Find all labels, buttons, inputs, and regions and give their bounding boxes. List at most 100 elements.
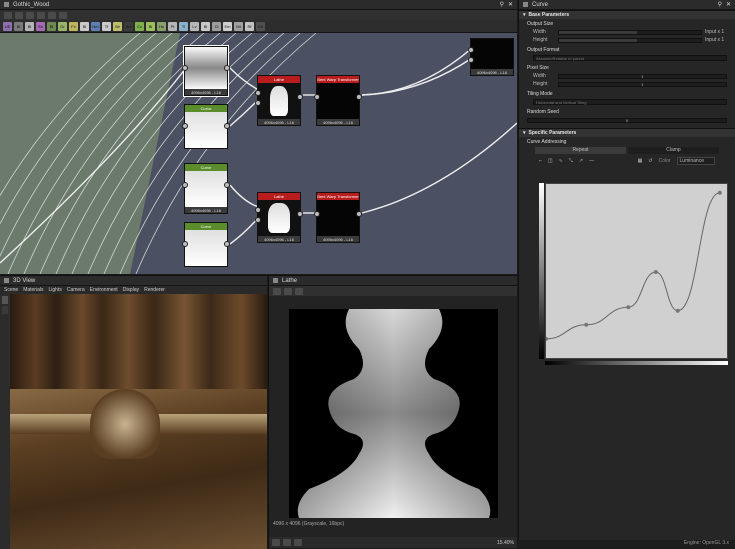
library-chip[interactable]: Gn xyxy=(256,21,265,31)
reset-icon[interactable]: ↺ xyxy=(648,158,652,164)
graph-tab-title[interactable]: Gothic_Wood xyxy=(13,2,49,8)
library-chip[interactable]: Tl xyxy=(179,21,188,31)
curve-point[interactable] xyxy=(675,308,680,313)
repeat-button[interactable]: Repeat xyxy=(535,146,626,154)
step-tool-icon[interactable]: ⤡ xyxy=(569,158,573,164)
connection-wire[interactable] xyxy=(361,47,473,96)
input-port[interactable] xyxy=(255,217,261,223)
library-chip[interactable]: Sh xyxy=(36,21,45,31)
library-chip[interactable]: Lv xyxy=(190,21,199,31)
curve-editor[interactable] xyxy=(544,183,729,360)
lathe-node-2[interactable]: Lathe 4096x4096 - L16 xyxy=(255,192,303,243)
view-options-button[interactable] xyxy=(273,287,281,295)
pin-icon[interactable]: ⚲ xyxy=(500,1,504,8)
library-chip[interactable]: Gr xyxy=(58,21,67,31)
input-port[interactable] xyxy=(314,94,320,100)
transform-node-1[interactable]: Bent Warp Transformer 4096x4096 - L16 xyxy=(314,75,362,126)
random-seed-field[interactable]: 0 xyxy=(527,117,727,123)
input-port[interactable] xyxy=(182,182,188,188)
layout-icon[interactable] xyxy=(283,539,291,546)
frame-button[interactable] xyxy=(48,11,56,19)
settings-icon[interactable] xyxy=(59,11,67,19)
clamp-button[interactable]: Clamp xyxy=(628,146,719,154)
library-chip[interactable]: Bl xyxy=(25,21,34,31)
height-slider[interactable] xyxy=(558,37,702,43)
graph-canvas[interactable]: 4096x4096 - L16 Curve Lathe 4096x4096 - … xyxy=(0,33,517,274)
input-port[interactable] xyxy=(468,47,474,53)
align-button[interactable] xyxy=(37,11,45,19)
save-image-button[interactable] xyxy=(284,287,292,295)
output-format-select[interactable]: Absolute/Relative to parent xyxy=(533,55,727,61)
channel-icon[interactable] xyxy=(294,539,302,546)
move-tool-icon[interactable] xyxy=(2,306,8,314)
library-chip[interactable]: Mt xyxy=(234,21,243,31)
menu-item-display[interactable]: Display xyxy=(123,287,139,293)
lathe-preview[interactable] xyxy=(289,309,498,518)
input-port[interactable] xyxy=(182,65,188,71)
tiling-mode-select[interactable]: Horizontal and Vertical Tiling xyxy=(533,99,727,105)
output-port[interactable] xyxy=(356,211,362,217)
grid-icon[interactable]: ▦ xyxy=(638,158,643,164)
graph-menu-button[interactable] xyxy=(4,11,12,19)
library-chip[interactable]: Bl xyxy=(146,21,155,31)
curve-point[interactable] xyxy=(653,270,658,274)
lathe-node-1[interactable]: Lathe 4096x4096 - L16 xyxy=(255,75,303,126)
input-port[interactable] xyxy=(255,207,261,213)
pixel-height-field[interactable]: 1 xyxy=(558,81,727,87)
transform-node-2[interactable]: Bent Warp Transformer 4096x4096 - L16 xyxy=(314,192,362,243)
layout-button[interactable] xyxy=(15,11,23,19)
curve-graph[interactable] xyxy=(544,184,729,360)
library-chip[interactable]: Bl xyxy=(47,21,56,31)
menu-item-materials[interactable]: Materials xyxy=(23,287,43,293)
channel-select[interactable]: Luminance xyxy=(676,157,715,165)
3d-viewport[interactable] xyxy=(10,294,267,549)
flat-tool-icon[interactable]: — xyxy=(589,158,594,164)
select-tool-icon[interactable] xyxy=(2,296,8,304)
close-icon[interactable]: ✕ xyxy=(508,1,513,8)
pin-icon[interactable]: ⚲ xyxy=(718,1,722,8)
zoom-level[interactable]: 15.40% xyxy=(497,540,514,546)
library-chip[interactable]: Em xyxy=(223,21,232,31)
bezier-tool-icon[interactable]: ↗ xyxy=(579,158,583,164)
library-chip[interactable]: UE xyxy=(3,21,12,31)
library-chip[interactable]: Fx xyxy=(69,21,78,31)
connection-wire[interactable] xyxy=(229,184,260,208)
output-port[interactable] xyxy=(356,94,362,100)
library-chip[interactable]: Rf xyxy=(245,21,254,31)
library-chip[interactable]: Bl xyxy=(14,21,23,31)
tools-button[interactable] xyxy=(26,11,34,19)
library-chip[interactable]: Nm xyxy=(91,21,100,31)
height-relative[interactable]: Input x 1 xyxy=(705,37,727,43)
input-port[interactable] xyxy=(182,123,188,129)
curve-tool-icon[interactable]: ⌐ xyxy=(539,158,542,164)
channels-button[interactable] xyxy=(295,287,303,295)
curve-point[interactable] xyxy=(626,305,631,310)
curve-point[interactable] xyxy=(584,322,589,327)
width-relative[interactable]: Input x 1 xyxy=(705,29,727,35)
input-port[interactable] xyxy=(255,90,261,96)
library-chip[interactable]: Hs xyxy=(157,21,166,31)
input-port[interactable] xyxy=(255,100,261,106)
library-chip[interactable]: Tf xyxy=(102,21,111,31)
input-port[interactable] xyxy=(314,211,320,217)
connection-wire[interactable] xyxy=(361,122,517,214)
output-port[interactable] xyxy=(224,65,230,71)
library-chip[interactable]: Bl xyxy=(201,21,210,31)
smooth-tool-icon[interactable]: ◫ xyxy=(548,158,553,164)
library-chip[interactable]: Cv xyxy=(135,21,144,31)
output-node[interactable]: 4096x4096 - L16 xyxy=(468,38,514,76)
gradient-node[interactable]: 4096x4096 - L16 xyxy=(182,45,230,97)
3d-view-tab[interactable]: 3D View xyxy=(13,278,35,284)
output-port[interactable] xyxy=(297,211,303,217)
library-chip[interactable]: Pt xyxy=(168,21,177,31)
width-slider[interactable] xyxy=(558,29,702,35)
library-chip[interactable]: Wr xyxy=(113,21,122,31)
output-port[interactable] xyxy=(224,241,230,247)
curve-node-2[interactable]: Curve 4096x4096 - L16 xyxy=(182,163,230,214)
specific-parameters-header[interactable]: ▾ Specific Parameters xyxy=(519,128,735,137)
menu-item-environment[interactable]: Environment xyxy=(90,287,118,293)
props-tab-title[interactable]: Curve xyxy=(532,2,548,8)
menu-item-renderer[interactable]: Renderer xyxy=(144,287,165,293)
curve-point[interactable] xyxy=(544,336,548,341)
menu-item-scene[interactable]: Scene xyxy=(4,287,18,293)
